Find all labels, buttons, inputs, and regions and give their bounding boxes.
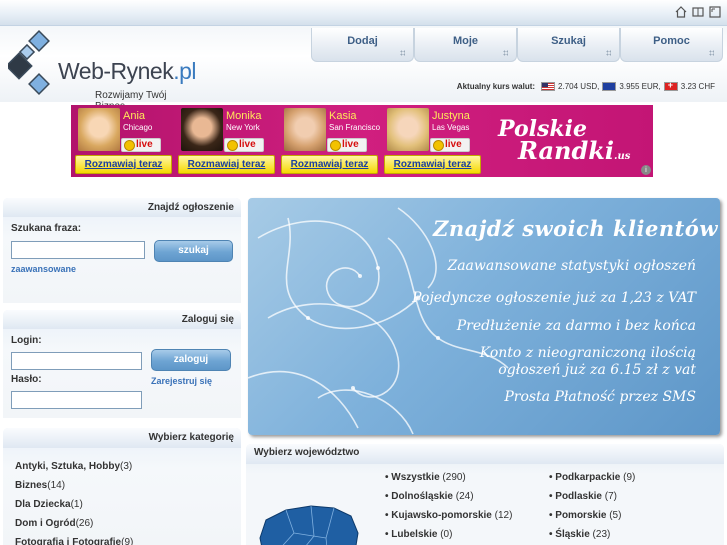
voivodeship-item[interactable]: • Lubelskie (0)	[385, 529, 512, 545]
grip-icon	[709, 50, 714, 56]
chat-now-button[interactable]: Rozmawiaj teraz	[178, 155, 275, 174]
advanced-search-link[interactable]: zaawansowane	[11, 264, 76, 274]
ad-info-icon[interactable]: i	[641, 165, 651, 175]
profile-city: Chicago	[123, 123, 153, 132]
top-bar	[0, 0, 727, 26]
search-button[interactable]: szukaj	[154, 240, 233, 262]
eu-flag-icon	[602, 82, 617, 91]
brand-line2: Randki.us	[518, 136, 631, 165]
category-list: Antyki, Sztuka, Hobby(3) Biznes(14) Dla …	[15, 461, 133, 545]
password-input[interactable]	[11, 391, 142, 409]
profile-card[interactable]: Ania Chicago live Rozmawiaj teraz	[75, 108, 176, 174]
category-panel-title: Wybierz kategorię	[3, 428, 241, 448]
profile-city: San Francisco	[329, 123, 381, 132]
chat-now-button[interactable]: Rozmawiaj teraz	[281, 155, 378, 174]
home-icon[interactable]	[675, 6, 687, 18]
fullscreen-icon[interactable]	[709, 6, 721, 18]
hero-line: Konto z nieograniczoną ilością	[479, 345, 696, 361]
banner-brand: Polskie Randki.us	[498, 118, 630, 168]
voivodeship-title: Wybierz województwo	[246, 444, 724, 464]
search-panel-title: Znajdź ogłoszenie	[3, 198, 241, 217]
swiss-flag-icon	[663, 80, 678, 91]
ad-banner[interactable]: Ania Chicago live Rozmawiaj teraz Monika…	[71, 105, 653, 177]
login-panel-title: Zaloguj się	[3, 310, 241, 329]
profile-photo	[284, 108, 326, 151]
nav-dodaj[interactable]: Dodaj	[311, 28, 414, 62]
profile-name: Justyna	[432, 110, 470, 122]
poland-map-icon[interactable]	[256, 498, 361, 545]
password-label: Hasło:	[11, 374, 42, 385]
promo-hero[interactable]: Znajdź swoich klientów Zaawansowane stat…	[248, 198, 720, 435]
live-badge: live	[121, 138, 161, 152]
login-panel: Zaloguj się Login: zaloguj Zarejestruj s…	[3, 310, 241, 418]
register-link[interactable]: Zarejestruj się	[151, 376, 212, 386]
category-item[interactable]: Dla Dziecka(1)	[15, 499, 133, 518]
chf-rate: 3.23 CHF	[680, 82, 715, 91]
category-item[interactable]: Dom i Ogród(26)	[15, 518, 133, 537]
grip-icon	[400, 50, 405, 56]
hero-line: Pojedyncze ogłoszenie już za 1,23 z VAT	[412, 290, 696, 306]
category-item[interactable]: Antyki, Sztuka, Hobby(3)	[15, 461, 133, 480]
voivodeship-col1: • Wszystkie (290) • Dolnośląskie (24) • …	[385, 472, 512, 545]
main-nav: Dodaj Moje Szukaj Pomoc	[311, 28, 723, 62]
nav-szukaj[interactable]: Szukaj	[517, 28, 620, 62]
profile-photo	[78, 108, 120, 151]
profile-card[interactable]: Monika New York live Rozmawiaj teraz	[178, 108, 279, 174]
voivodeship-item[interactable]: • Dolnośląskie (24)	[385, 491, 512, 510]
logo-text: Web-Rynek.pl	[58, 58, 197, 84]
eur-rate: 3.955 EUR,	[619, 82, 661, 91]
phrase-label: Szukana fraza:	[11, 223, 82, 234]
site-header: Web-Rynek.pl Rozwijamy Twój Biznes Dodaj…	[0, 26, 727, 112]
profile-name: Monika	[226, 110, 262, 122]
site-logo[interactable]: Web-Rynek.pl Rozwijamy Twój Biznes	[5, 30, 198, 112]
live-badge: live	[430, 138, 470, 152]
profile-city: New York	[226, 123, 260, 132]
profile-name: Kasia	[329, 110, 357, 122]
voivodeship-col2: • Podkarpackie (9) • Podlaskie (7) • Pom…	[549, 472, 635, 545]
grip-icon	[503, 50, 508, 56]
top-icons	[675, 6, 721, 18]
profile-name: Ania	[123, 110, 146, 122]
hero-line: ogłoszeń już za 6.15 zł z vat	[498, 362, 696, 378]
login-button[interactable]: zaloguj	[151, 349, 231, 371]
hero-line: Predłużenie za darmo i bez końca	[456, 318, 696, 334]
category-panel: Wybierz kategorię Antyki, Sztuka, Hobby(…	[3, 428, 241, 545]
nav-moje[interactable]: Moje	[414, 28, 517, 62]
voivodeship-item[interactable]: • Podkarpackie (9)	[549, 472, 635, 491]
live-badge: live	[327, 138, 367, 152]
voivodeship-item[interactable]: • Kujawsko-pomorskie (12)	[385, 510, 512, 529]
voivodeship-item[interactable]: • Śląskie (23)	[549, 529, 635, 545]
profile-city: Las Vegas	[432, 123, 470, 132]
grip-icon	[606, 50, 611, 56]
currency-rates: Aktualny kurs walut: 2.704 USD, 3.955 EU…	[456, 80, 715, 91]
voivodeship-panel: Wybierz województwo • Wszystkie (290) • …	[246, 444, 724, 545]
login-label: Login:	[11, 335, 42, 346]
hero-headline: Znajdź swoich klientów	[433, 216, 718, 241]
profile-photo	[181, 108, 223, 151]
chat-now-button[interactable]: Rozmawiaj teraz	[75, 155, 172, 174]
hero-line: Prosta Płatność przez SMS	[504, 389, 696, 405]
search-phrase-input[interactable]	[11, 241, 145, 259]
hero-line: Zaawansowane statystyki ogłoszeń	[447, 258, 696, 274]
category-item[interactable]: Biznes(14)	[15, 480, 133, 499]
voivodeship-item[interactable]: • Wszystkie (290)	[385, 472, 512, 491]
nav-pomoc[interactable]: Pomoc	[620, 28, 723, 62]
live-badge: live	[224, 138, 264, 152]
profile-photo	[387, 108, 429, 151]
profile-card[interactable]: Justyna Las Vegas live Rozmawiaj teraz	[384, 108, 485, 174]
usd-rate: 2.704 USD,	[558, 82, 600, 91]
currency-label: Aktualny kurs walut:	[456, 82, 536, 91]
window-icon[interactable]	[692, 6, 704, 18]
category-item[interactable]: Fotografia i Fotografie(9)	[15, 537, 133, 545]
chat-now-button[interactable]: Rozmawiaj teraz	[384, 155, 481, 174]
profile-card[interactable]: Kasia San Francisco live Rozmawiaj teraz	[281, 108, 382, 174]
us-flag-icon	[541, 82, 556, 91]
login-input[interactable]	[11, 352, 142, 370]
voivodeship-item[interactable]: • Pomorskie (5)	[549, 510, 635, 529]
search-panel: Znajdź ogłoszenie Szukana fraza: szukaj …	[3, 198, 241, 303]
voivodeship-item[interactable]: • Podlaskie (7)	[549, 491, 635, 510]
